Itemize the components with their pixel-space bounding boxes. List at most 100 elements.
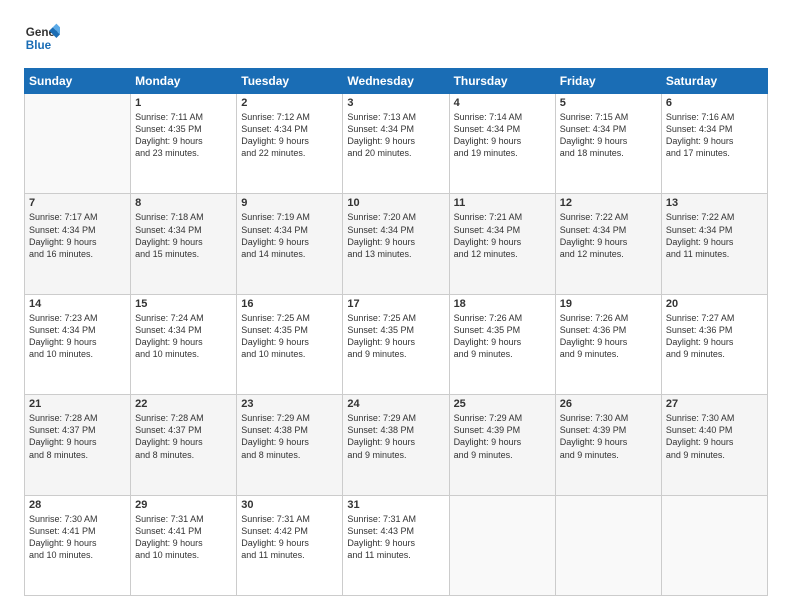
day-info: Sunrise: 7:24 AM Sunset: 4:34 PM Dayligh… — [135, 312, 232, 361]
calendar-cell: 1 Sunrise: 7:11 AM Sunset: 4:35 PM Daylig… — [131, 94, 237, 194]
day-number: 12 — [560, 197, 657, 209]
day-info: Sunrise: 7:31 AM Sunset: 4:41 PM Dayligh… — [135, 513, 232, 562]
calendar-week-row: 14 Sunrise: 7:23 AM Sunset: 4:34 PM Dayli… — [25, 294, 768, 394]
day-info: Sunrise: 7:19 AM Sunset: 4:34 PM Dayligh… — [241, 211, 338, 260]
calendar-cell: 14 Sunrise: 7:23 AM Sunset: 4:34 PM Dayli… — [25, 294, 131, 394]
calendar-cell: 18 Sunrise: 7:26 AM Sunset: 4:35 PM Dayli… — [449, 294, 555, 394]
calendar-cell: 28 Sunrise: 7:30 AM Sunset: 4:41 PM Dayli… — [25, 495, 131, 595]
calendar-week-row: 7 Sunrise: 7:17 AM Sunset: 4:34 PM Daylig… — [25, 194, 768, 294]
calendar-cell: 15Sunrise: 7:24 AM Sunset: 4:34 PM Dayli… — [131, 294, 237, 394]
header: General Blue — [24, 20, 768, 56]
weekday-header-monday: Monday — [131, 69, 237, 94]
day-info: Sunrise: 7:22 AM Sunset: 4:34 PM Dayligh… — [666, 211, 763, 260]
day-info: Sunrise: 7:14 AM Sunset: 4:34 PM Dayligh… — [454, 111, 551, 160]
day-number: 31 — [347, 499, 444, 511]
day-number: 19 — [560, 298, 657, 310]
day-number: 5 — [560, 97, 657, 109]
day-number: 23 — [241, 398, 338, 410]
day-info: Sunrise: 7:16 AM Sunset: 4:34 PM Dayligh… — [666, 111, 763, 160]
day-info: Sunrise: 7:13 AM Sunset: 4:34 PM Dayligh… — [347, 111, 444, 160]
day-number: 24 — [347, 398, 444, 410]
calendar-cell: 6 Sunrise: 7:16 AM Sunset: 4:34 PM Daylig… — [661, 94, 767, 194]
calendar-cell: 10Sunrise: 7:20 AM Sunset: 4:34 PM Dayli… — [343, 194, 449, 294]
calendar-cell: 21 Sunrise: 7:28 AM Sunset: 4:37 PM Dayli… — [25, 395, 131, 495]
weekday-header-sunday: Sunday — [25, 69, 131, 94]
calendar-cell: 12 Sunrise: 7:22 AM Sunset: 4:34 PM Dayli… — [555, 194, 661, 294]
day-info: Sunrise: 7:27 AM Sunset: 4:36 PM Dayligh… — [666, 312, 763, 361]
weekday-header-friday: Friday — [555, 69, 661, 94]
day-info: Sunrise: 7:22 AM Sunset: 4:34 PM Dayligh… — [560, 211, 657, 260]
day-info: Sunrise: 7:28 AM Sunset: 4:37 PM Dayligh… — [135, 412, 232, 461]
day-number: 26 — [560, 398, 657, 410]
calendar-cell: 25 Sunrise: 7:29 AM Sunset: 4:39 PM Dayli… — [449, 395, 555, 495]
day-number: 25 — [454, 398, 551, 410]
day-number: 1 — [135, 97, 232, 109]
day-info: Sunrise: 7:23 AM Sunset: 4:34 PM Dayligh… — [29, 312, 126, 361]
calendar-cell: 17 Sunrise: 7:25 AM Sunset: 4:35 PM Dayli… — [343, 294, 449, 394]
weekday-header-tuesday: Tuesday — [237, 69, 343, 94]
day-number: 14 — [29, 298, 126, 310]
day-number: 28 — [29, 499, 126, 511]
day-info: Sunrise: 7:31 AM Sunset: 4:42 PM Dayligh… — [241, 513, 338, 562]
calendar-cell: 3Sunrise: 7:13 AM Sunset: 4:34 PM Daylig… — [343, 94, 449, 194]
calendar-cell: 8Sunrise: 7:18 AM Sunset: 4:34 PM Daylig… — [131, 194, 237, 294]
day-number: 9 — [241, 197, 338, 209]
day-info: Sunrise: 7:11 AM Sunset: 4:35 PM Dayligh… — [135, 111, 232, 160]
day-info: Sunrise: 7:30 AM Sunset: 4:41 PM Dayligh… — [29, 513, 126, 562]
calendar-table: SundayMondayTuesdayWednesdayThursdayFrid… — [24, 68, 768, 596]
calendar-cell: 20Sunrise: 7:27 AM Sunset: 4:36 PM Dayli… — [661, 294, 767, 394]
svg-text:Blue: Blue — [26, 39, 52, 52]
day-info: Sunrise: 7:15 AM Sunset: 4:34 PM Dayligh… — [560, 111, 657, 160]
calendar-cell: 30Sunrise: 7:31 AM Sunset: 4:42 PM Dayli… — [237, 495, 343, 595]
day-number: 17 — [347, 298, 444, 310]
calendar-cell: 23Sunrise: 7:29 AM Sunset: 4:38 PM Dayli… — [237, 395, 343, 495]
day-number: 2 — [241, 97, 338, 109]
calendar-cell: 16 Sunrise: 7:25 AM Sunset: 4:35 PM Dayli… — [237, 294, 343, 394]
calendar-week-row: 28 Sunrise: 7:30 AM Sunset: 4:41 PM Dayli… — [25, 495, 768, 595]
weekday-header-wednesday: Wednesday — [343, 69, 449, 94]
day-info: Sunrise: 7:25 AM Sunset: 4:35 PM Dayligh… — [241, 312, 338, 361]
day-number: 6 — [666, 97, 763, 109]
day-info: Sunrise: 7:29 AM Sunset: 4:38 PM Dayligh… — [347, 412, 444, 461]
calendar-cell: 31 Sunrise: 7:31 AM Sunset: 4:43 PM Dayli… — [343, 495, 449, 595]
day-info: Sunrise: 7:25 AM Sunset: 4:35 PM Dayligh… — [347, 312, 444, 361]
day-number: 10 — [347, 197, 444, 209]
calendar-cell: 27Sunrise: 7:30 AM Sunset: 4:40 PM Dayli… — [661, 395, 767, 495]
calendar-cell: 29 Sunrise: 7:31 AM Sunset: 4:41 PM Dayli… — [131, 495, 237, 595]
calendar-cell — [25, 94, 131, 194]
calendar-header-row: SundayMondayTuesdayWednesdayThursdayFrid… — [25, 69, 768, 94]
day-info: Sunrise: 7:17 AM Sunset: 4:34 PM Dayligh… — [29, 211, 126, 260]
day-number: 27 — [666, 398, 763, 410]
calendar-cell — [449, 495, 555, 595]
day-number: 18 — [454, 298, 551, 310]
day-info: Sunrise: 7:18 AM Sunset: 4:34 PM Dayligh… — [135, 211, 232, 260]
day-number: 11 — [454, 197, 551, 209]
day-info: Sunrise: 7:29 AM Sunset: 4:39 PM Dayligh… — [454, 412, 551, 461]
calendar-cell: 7 Sunrise: 7:17 AM Sunset: 4:34 PM Daylig… — [25, 194, 131, 294]
day-info: Sunrise: 7:12 AM Sunset: 4:34 PM Dayligh… — [241, 111, 338, 160]
day-number: 21 — [29, 398, 126, 410]
calendar-cell: 5 Sunrise: 7:15 AM Sunset: 4:34 PM Daylig… — [555, 94, 661, 194]
calendar-cell: 4Sunrise: 7:14 AM Sunset: 4:34 PM Daylig… — [449, 94, 555, 194]
day-number: 29 — [135, 499, 232, 511]
day-info: Sunrise: 7:21 AM Sunset: 4:34 PM Dayligh… — [454, 211, 551, 260]
logo-icon: General Blue — [24, 20, 60, 56]
weekday-header-thursday: Thursday — [449, 69, 555, 94]
day-info: Sunrise: 7:31 AM Sunset: 4:43 PM Dayligh… — [347, 513, 444, 562]
day-number: 7 — [29, 197, 126, 209]
calendar-cell — [555, 495, 661, 595]
calendar-cell: 11 Sunrise: 7:21 AM Sunset: 4:34 PM Dayli… — [449, 194, 555, 294]
calendar-cell: 13Sunrise: 7:22 AM Sunset: 4:34 PM Dayli… — [661, 194, 767, 294]
day-number: 16 — [241, 298, 338, 310]
day-info: Sunrise: 7:26 AM Sunset: 4:36 PM Dayligh… — [560, 312, 657, 361]
calendar-cell: 24 Sunrise: 7:29 AM Sunset: 4:38 PM Dayli… — [343, 395, 449, 495]
day-info: Sunrise: 7:26 AM Sunset: 4:35 PM Dayligh… — [454, 312, 551, 361]
day-info: Sunrise: 7:28 AM Sunset: 4:37 PM Dayligh… — [29, 412, 126, 461]
logo: General Blue — [24, 20, 66, 56]
calendar-cell: 19 Sunrise: 7:26 AM Sunset: 4:36 PM Dayli… — [555, 294, 661, 394]
day-number: 22 — [135, 398, 232, 410]
weekday-header-saturday: Saturday — [661, 69, 767, 94]
calendar-cell: 2 Sunrise: 7:12 AM Sunset: 4:34 PM Daylig… — [237, 94, 343, 194]
calendar-cell — [661, 495, 767, 595]
calendar-week-row: 21 Sunrise: 7:28 AM Sunset: 4:37 PM Dayli… — [25, 395, 768, 495]
